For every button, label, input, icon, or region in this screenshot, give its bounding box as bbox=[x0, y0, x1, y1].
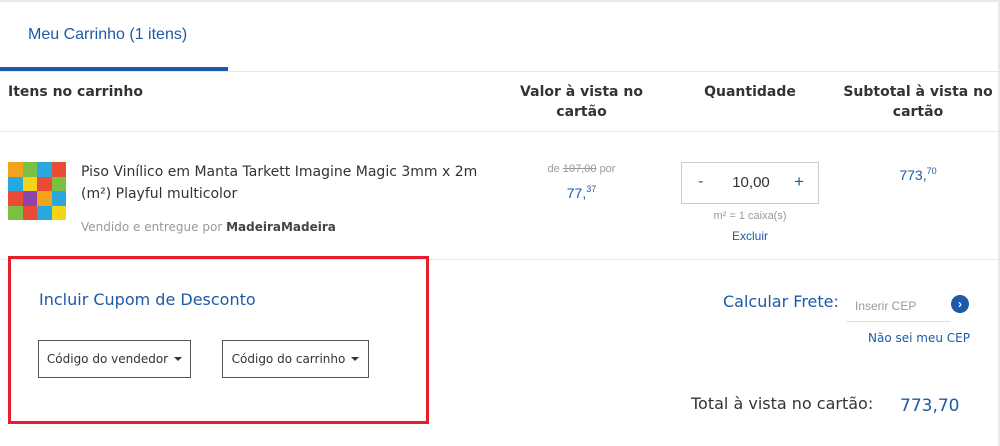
cep-input[interactable] bbox=[846, 290, 950, 322]
quantity-decrease-button[interactable]: - bbox=[698, 173, 703, 191]
caret-down-icon bbox=[174, 357, 183, 361]
header-items: Itens no carrinho bbox=[8, 84, 143, 100]
product-name[interactable]: Piso Vinílico em Manta Tarkett Imagine M… bbox=[81, 161, 481, 205]
seller-info: Vendido e entregue por MadeiraMadeira bbox=[81, 220, 336, 234]
price-int: 77, bbox=[566, 185, 587, 201]
header-divider bbox=[0, 131, 1000, 132]
shipping-label: Calcular Frete: bbox=[723, 292, 839, 311]
remove-item-link[interactable]: Excluir bbox=[681, 229, 819, 243]
chevron-right-circle-icon[interactable]: › bbox=[951, 295, 969, 313]
product-thumbnail[interactable] bbox=[8, 162, 66, 220]
seller-code-label: Código do vendedor bbox=[46, 352, 169, 366]
old-price-value: 107,00 bbox=[562, 163, 597, 175]
old-price-prefix: de bbox=[547, 163, 560, 175]
quantity-increase-button[interactable]: + bbox=[794, 172, 804, 192]
seller-name: MadeiraMadeira bbox=[226, 220, 336, 234]
header-price: Valor à vista no cartão bbox=[520, 84, 643, 120]
cart-code-label: Código do carrinho bbox=[231, 352, 346, 366]
item-subtotal: 773,70 bbox=[843, 166, 993, 183]
subtotal-cents: 70 bbox=[926, 166, 937, 176]
unknown-cep-link[interactable]: Não sei meu CEP bbox=[868, 331, 970, 345]
seller-prefix: Vendido e entregue por bbox=[81, 220, 223, 234]
subtotal-int: 773, bbox=[899, 167, 927, 183]
tab-label: Meu Carrinho (1 itens) bbox=[28, 26, 188, 43]
current-price: 77,37 bbox=[510, 184, 653, 201]
tab-divider bbox=[0, 71, 1000, 72]
total-value: 773,70 bbox=[900, 396, 960, 416]
coupon-title: Incluir Cupom de Desconto bbox=[39, 290, 256, 309]
caret-down-icon bbox=[351, 357, 360, 361]
price-cents: 37 bbox=[586, 184, 597, 194]
old-price-suffix: por bbox=[599, 163, 616, 175]
seller-code-dropdown[interactable]: Código do vendedor bbox=[38, 340, 191, 378]
unit-note: m² = 1 caixa(s) bbox=[713, 210, 787, 222]
header-quantity: Quantidade bbox=[704, 84, 796, 100]
tab-meu-carrinho[interactable]: Meu Carrinho (1 itens) bbox=[0, 2, 228, 71]
header-subtotal: Subtotal à vista no cartão bbox=[843, 84, 993, 120]
cart-code-dropdown[interactable]: Código do carrinho bbox=[222, 340, 369, 378]
quantity-stepper: 10,00 - + bbox=[681, 162, 819, 204]
old-price: de 107,00 por bbox=[510, 163, 653, 175]
total-label: Total à vista no cartão: bbox=[691, 394, 874, 413]
